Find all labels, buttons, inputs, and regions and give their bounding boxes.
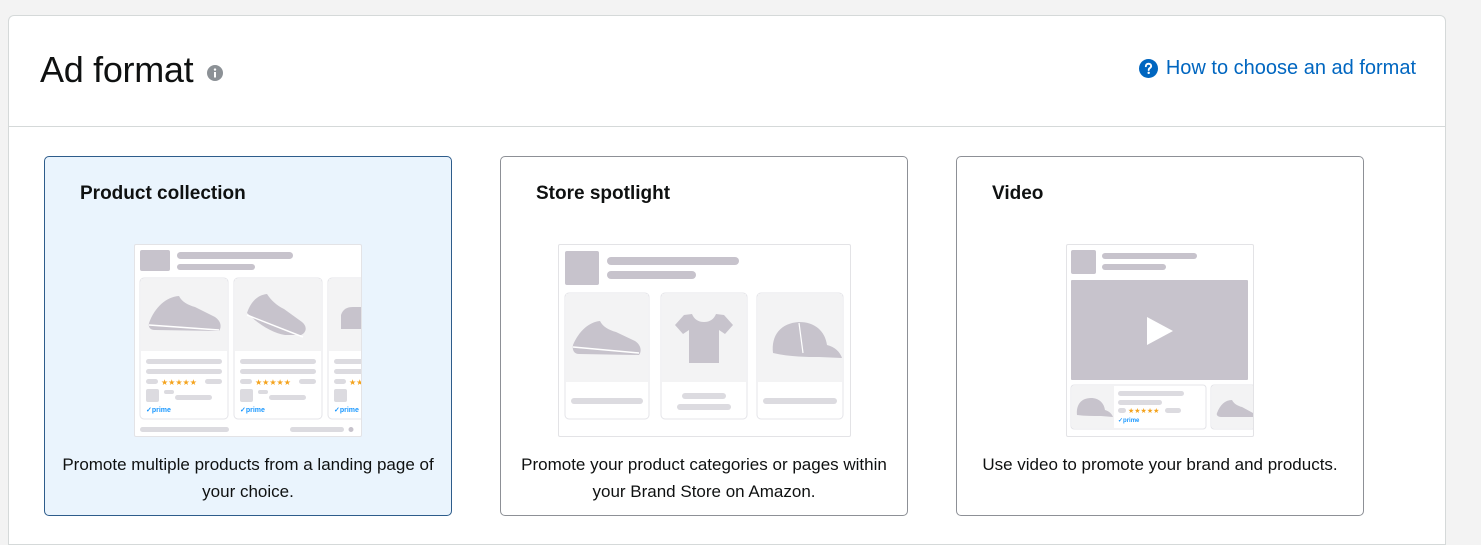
card-description: Promote multiple products from a landing… bbox=[62, 455, 434, 501]
format-card-video[interactable]: Video ★★★★★ ✓prime Use video to promote … bbox=[956, 156, 1364, 516]
question-circle-icon bbox=[1138, 59, 1158, 78]
svg-text:★★★★★: ★★★★★ bbox=[255, 378, 291, 387]
card-title: Product collection bbox=[80, 183, 246, 204]
panel-header: Ad format How to choose an ad format bbox=[9, 16, 1445, 127]
svg-text:✓prime: ✓prime bbox=[1118, 418, 1140, 424]
svg-text:✓prime: ✓prime bbox=[334, 407, 359, 414]
video-illustration: ★★★★★ ✓prime bbox=[1066, 244, 1254, 437]
page-title: Ad format bbox=[40, 49, 194, 90]
card-title: Video bbox=[992, 183, 1044, 204]
svg-text:★★★: ★★★ bbox=[349, 378, 361, 387]
svg-text:✓prime: ✓prime bbox=[240, 407, 265, 414]
ad-format-panel: Ad format How to choose an ad format Pro… bbox=[8, 15, 1446, 545]
store-spotlight-illustration bbox=[558, 244, 851, 437]
svg-text:★★★★★: ★★★★★ bbox=[1128, 407, 1159, 415]
svg-text:✓prime: ✓prime bbox=[146, 407, 171, 414]
how-to-choose-link[interactable]: How to choose an ad format bbox=[1138, 57, 1416, 80]
help-link-label: How to choose an ad format bbox=[1165, 57, 1416, 79]
card-description: Use video to promote your brand and prod… bbox=[982, 455, 1338, 474]
product-collection-illustration: ★★★★★ ✓prime ★★★★★ ✓prime ★ ✓prime bbox=[134, 244, 362, 437]
card-title: Store spotlight bbox=[536, 183, 671, 204]
card-description: Promote your product categories or pages… bbox=[521, 455, 887, 501]
svg-text:★★★★★: ★★★★★ bbox=[161, 378, 197, 387]
format-card-store-spotlight[interactable]: Store spotlight Promote your product cat… bbox=[500, 156, 908, 516]
format-card-product-collection[interactable]: Product collection ★★★★★ ✓prime ★★★★★ ✓p… bbox=[44, 156, 452, 516]
info-icon[interactable] bbox=[207, 65, 223, 81]
